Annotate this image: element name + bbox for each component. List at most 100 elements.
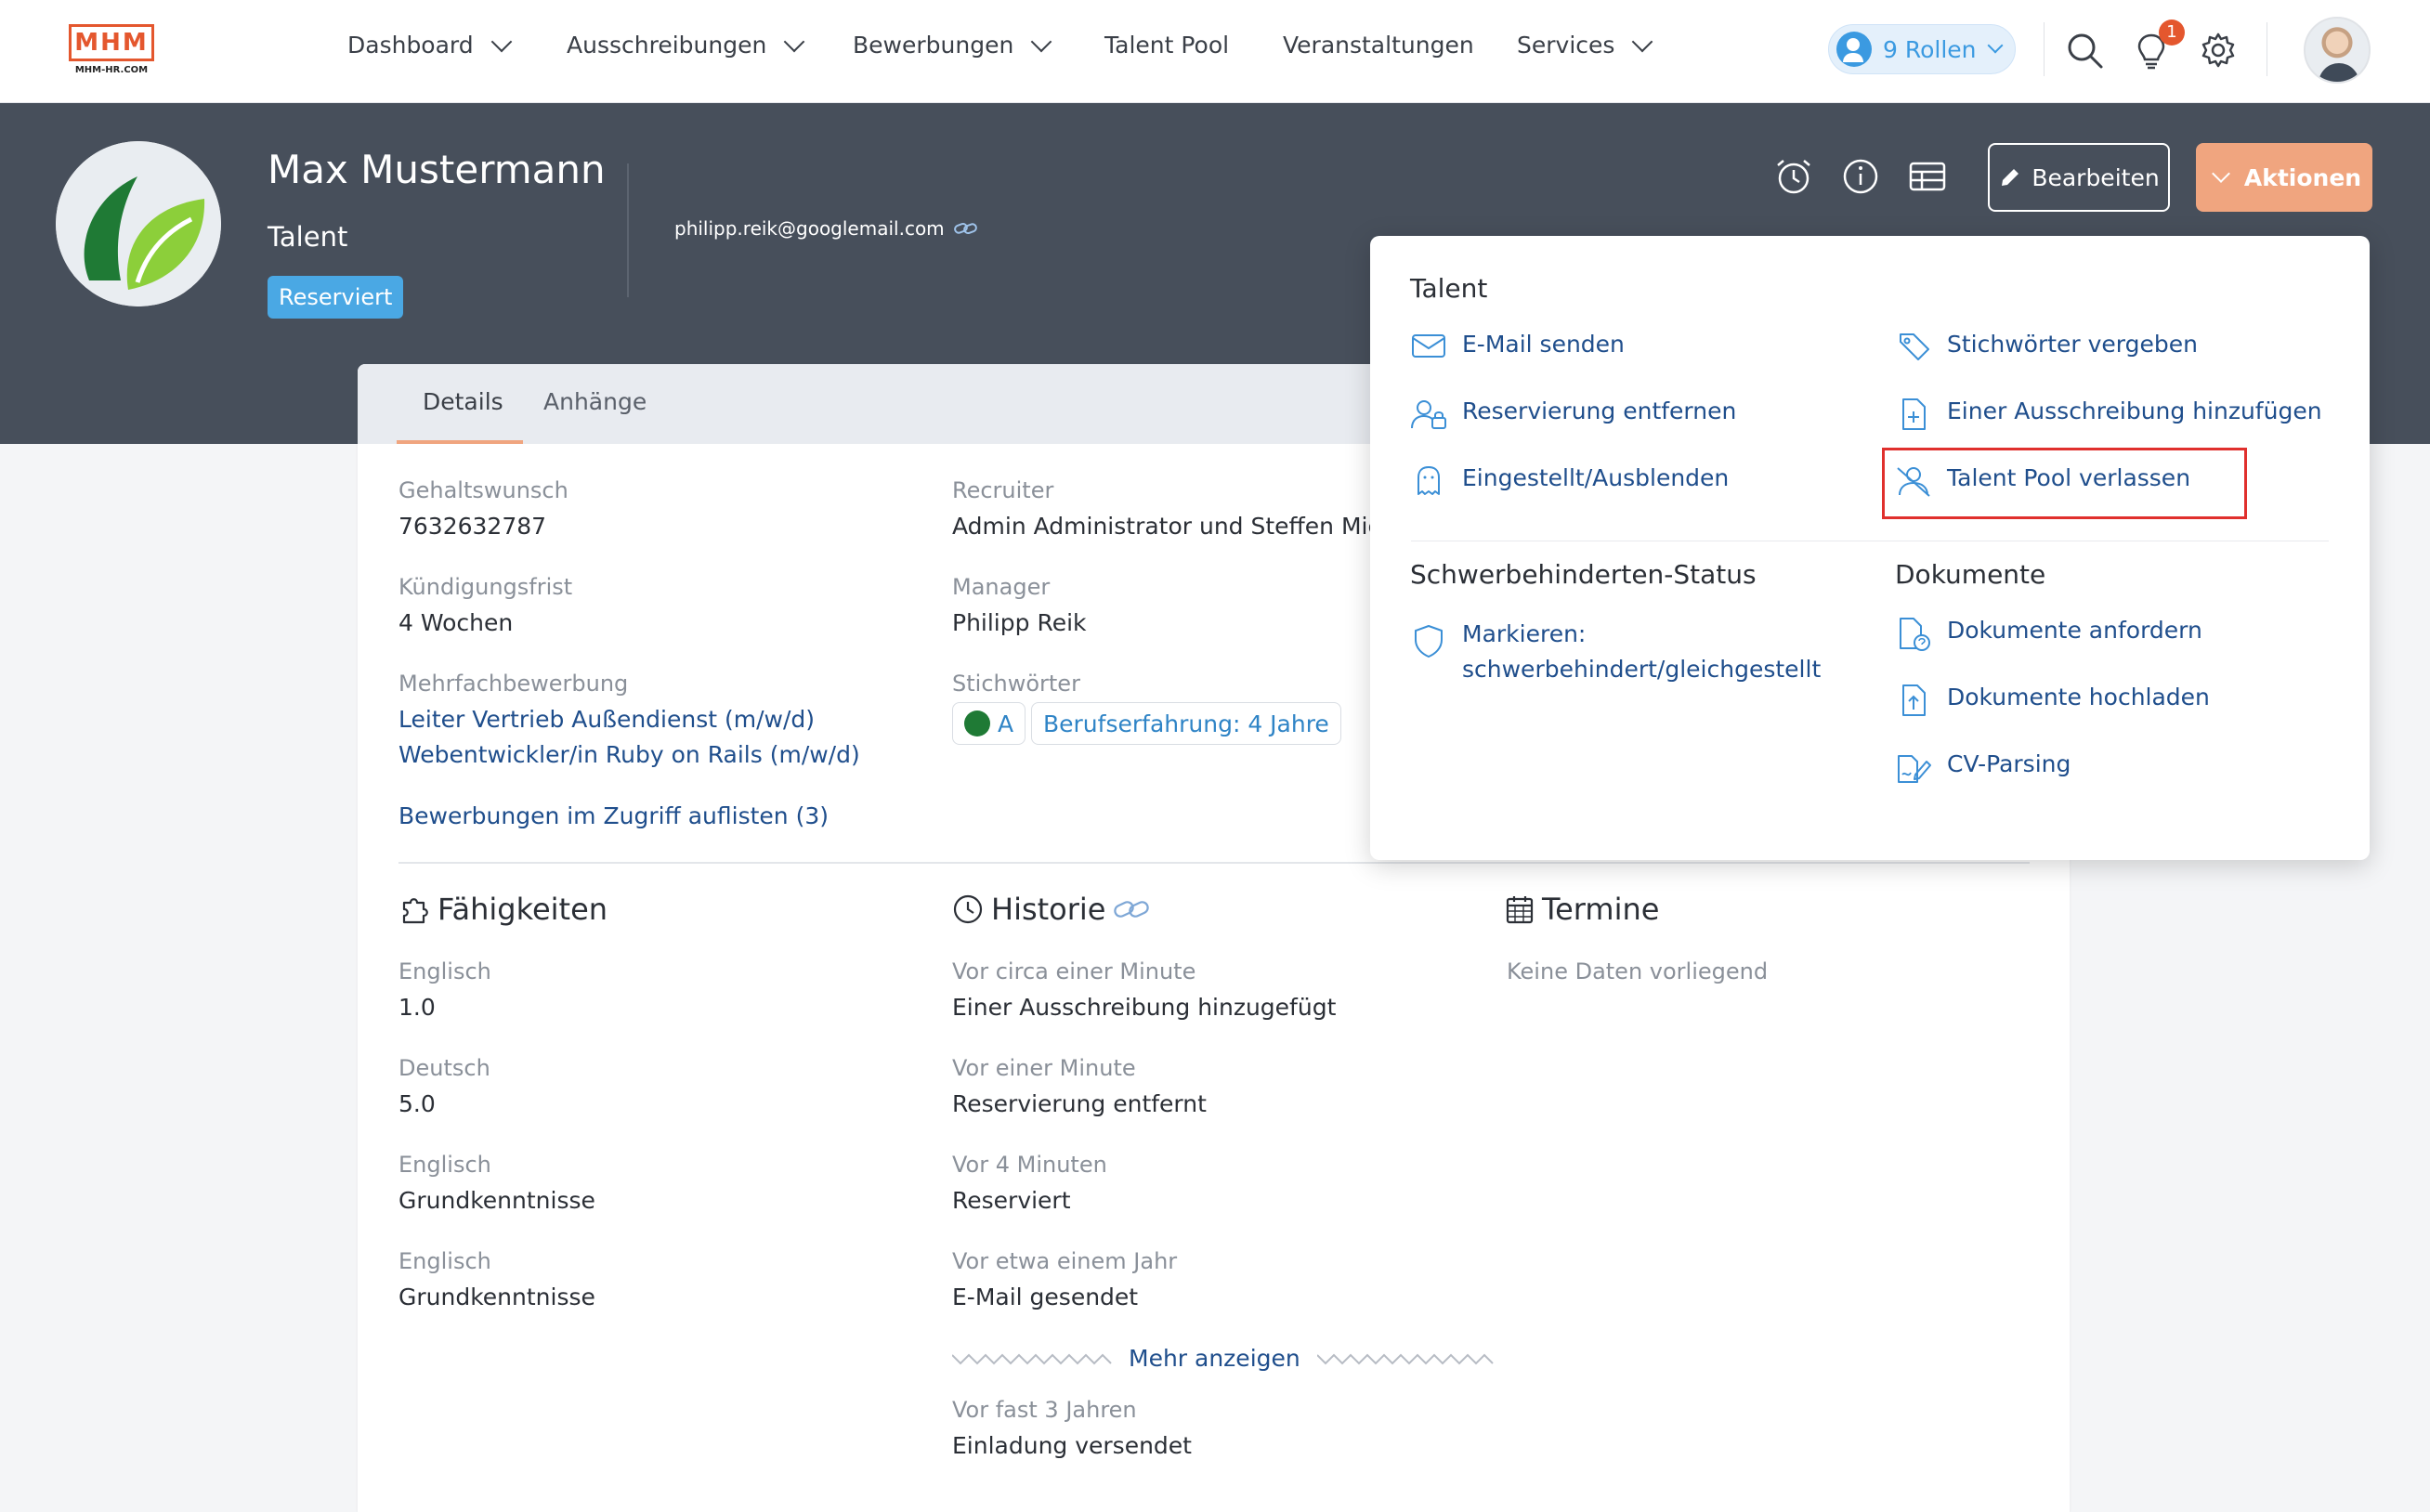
search-icon[interactable] (2064, 30, 2105, 71)
user-settings-icon (1836, 32, 1872, 67)
nav-services-label: Services (1517, 32, 1615, 59)
section-divider (398, 862, 2030, 864)
cv-parsing-icon (1898, 755, 1931, 783)
mhm-logo[interactable]: MHM MHM-HR.COM (69, 24, 154, 76)
menu-heading-talent: Talent (1410, 273, 1488, 304)
menu-item-request-documents[interactable]: Dokumente anfordern (1895, 617, 2202, 652)
menu-item-send-email[interactable]: E-Mail senden (1410, 331, 1625, 360)
shield-icon (1415, 625, 1443, 658)
divider (2044, 22, 2045, 76)
pencil-icon (2002, 169, 2019, 186)
chevron-down-icon (783, 31, 805, 52)
multi-application-label: Mehrfachbewerbung (398, 671, 629, 697)
actions-dropdown (1370, 236, 2370, 860)
edit-button[interactable]: Bearbeiten (1988, 143, 2170, 212)
notice-label: Kündigungsfrist (398, 574, 573, 600)
skill-level: Grundkenntnisse (398, 1284, 595, 1310)
appointments-empty: Keine Daten vorliegend (1507, 958, 1769, 984)
recruiter-label: Recruiter (952, 477, 1054, 503)
menu-item-mark-disabled[interactable]: Markieren: schwerbehindert/gleichgestell… (1410, 620, 1821, 687)
profile-name: Max Mustermann (268, 147, 606, 192)
history-time: Vor 4 Minuten (952, 1152, 1107, 1178)
list-applications-link[interactable]: Bewerbungen im Zugriff auflisten (3) (398, 802, 829, 829)
nav-dashboard-label: Dashboard (347, 32, 474, 59)
menu-item-text: Markieren: schwerbehindert/gleichgestell… (1462, 617, 1821, 687)
history-time: Vor circa einer Minute (952, 958, 1196, 984)
menu-item-remove-reservation[interactable]: Reservierung entfernen (1410, 398, 1736, 431)
puzzle-icon (402, 898, 428, 924)
menu-item-label: Eingestellt/Ausblenden (1462, 464, 1730, 491)
manager-label: Manager (952, 574, 1051, 600)
menu-item-add-to-job[interactable]: Einer Ausschreibung hinzufügen (1895, 398, 2322, 431)
nav-dashboard[interactable]: Dashboard (347, 31, 512, 59)
nav-veranstaltungen[interactable]: Veranstaltungen (1283, 32, 1474, 59)
status-badge: Reserviert (268, 276, 404, 319)
profile-role: Talent (268, 221, 348, 253)
divider (627, 163, 629, 297)
envelope-icon (1412, 334, 1445, 358)
show-more[interactable]: Mehr anzeigen (952, 1345, 1494, 1372)
skill-name: Englisch (398, 958, 491, 984)
gear-icon[interactable] (2198, 30, 2239, 71)
file-add-icon (1902, 398, 1926, 430)
manager-value: Philipp Reik (952, 609, 1087, 636)
skills-title: Fähigkeiten (438, 892, 608, 927)
tab-details[interactable]: Details (423, 388, 503, 415)
menu-item-label: CV-Parsing (1947, 750, 2071, 777)
appointments-heading: Termine (1505, 892, 1659, 927)
calendar-icon (1506, 896, 1534, 924)
menu-item-label: E-Mail senden (1462, 331, 1625, 358)
history-event: E-Mail gesendet (952, 1284, 1139, 1310)
menu-item-hired-hide[interactable]: Eingestellt/Ausblenden (1410, 464, 1729, 498)
nav-services[interactable]: Services (1517, 31, 1653, 59)
chevron-down-icon (1632, 31, 1653, 52)
menu-heading-disability: Schwerbehinderten-Status (1410, 559, 1757, 590)
menu-item-upload-documents[interactable]: Dokumente hochladen (1895, 684, 2210, 719)
roles-label: 9 Rollen (1883, 35, 1977, 63)
green-dot-icon (964, 710, 990, 736)
logo-mark: MHM (69, 24, 154, 61)
multi-application-link[interactable]: Leiter Vertrieb Außendienst (m/w/d) (398, 706, 815, 733)
alarm-clock-icon[interactable] (1773, 156, 1814, 197)
multi-application-link[interactable]: Webentwickler/in Ruby on Rails (m/w/d) (398, 741, 860, 768)
history-event: Einer Ausschreibung hinzugefügt (952, 994, 1337, 1021)
nav-veranstaltungen-label: Veranstaltungen (1283, 32, 1474, 59)
chevron-down-icon (1030, 31, 1052, 52)
edit-button-label: Bearbeiten (2032, 163, 2160, 191)
roles-switcher[interactable]: 9 Rollen (1828, 24, 2016, 74)
nav-bewerbungen[interactable]: Bewerbungen (853, 31, 1052, 59)
actions-button[interactable]: Aktionen (2196, 143, 2372, 212)
top-navigation: MHM MHM-HR.COM Dashboard Ausschreibungen… (0, 0, 2430, 103)
notice-value: 4 Wochen (398, 609, 514, 636)
document-request-icon (1900, 618, 1930, 651)
appointments-title: Termine (1542, 892, 1660, 927)
profile-picture (56, 141, 221, 306)
menu-item-cv-parsing[interactable]: CV-Parsing (1895, 750, 2071, 786)
user-avatar[interactable] (2304, 17, 2371, 84)
keyword-tag[interactable]: A (952, 702, 1026, 745)
salary-value: 7632632787 (398, 513, 547, 540)
recruiter-value: Admin Administrator und Steffen Miche (952, 513, 1410, 540)
nav-ausschreibungen[interactable]: Ausschreibungen (567, 31, 805, 59)
link-icon[interactable] (1113, 897, 1150, 921)
link-icon (953, 222, 977, 235)
history-time: Vor fast 3 Jahren (952, 1397, 1137, 1423)
menu-item-label: Stichwörter vergeben (1947, 331, 2198, 358)
skill-name: Deutsch (398, 1055, 490, 1081)
keyword-tag[interactable]: Berufserfahrung: 4 Jahre (1031, 702, 1341, 745)
ghost-icon (1418, 466, 1440, 495)
active-tab-indicator (397, 440, 523, 444)
tab-anhaenge[interactable]: Anhänge (543, 388, 647, 415)
history-title: Historie (991, 892, 1106, 927)
menu-item-assign-keywords[interactable]: Stichwörter vergeben (1895, 331, 2198, 360)
table-icon[interactable] (1907, 156, 1948, 197)
history-event: Reservierung entfernt (952, 1090, 1207, 1117)
history-event: Reserviert (952, 1187, 1071, 1214)
info-icon[interactable] (1840, 156, 1881, 197)
history-time: Vor etwa einem Jahr (952, 1248, 1178, 1274)
menu-item-label: Dokumente anfordern (1947, 617, 2202, 644)
nav-talent-pool[interactable]: Talent Pool (1104, 32, 1229, 59)
zigzag-divider (952, 1353, 1112, 1364)
profile-email[interactable]: philipp.reik@googlemail.com (674, 217, 978, 240)
menu-item-label: Markieren: (1462, 620, 1587, 647)
